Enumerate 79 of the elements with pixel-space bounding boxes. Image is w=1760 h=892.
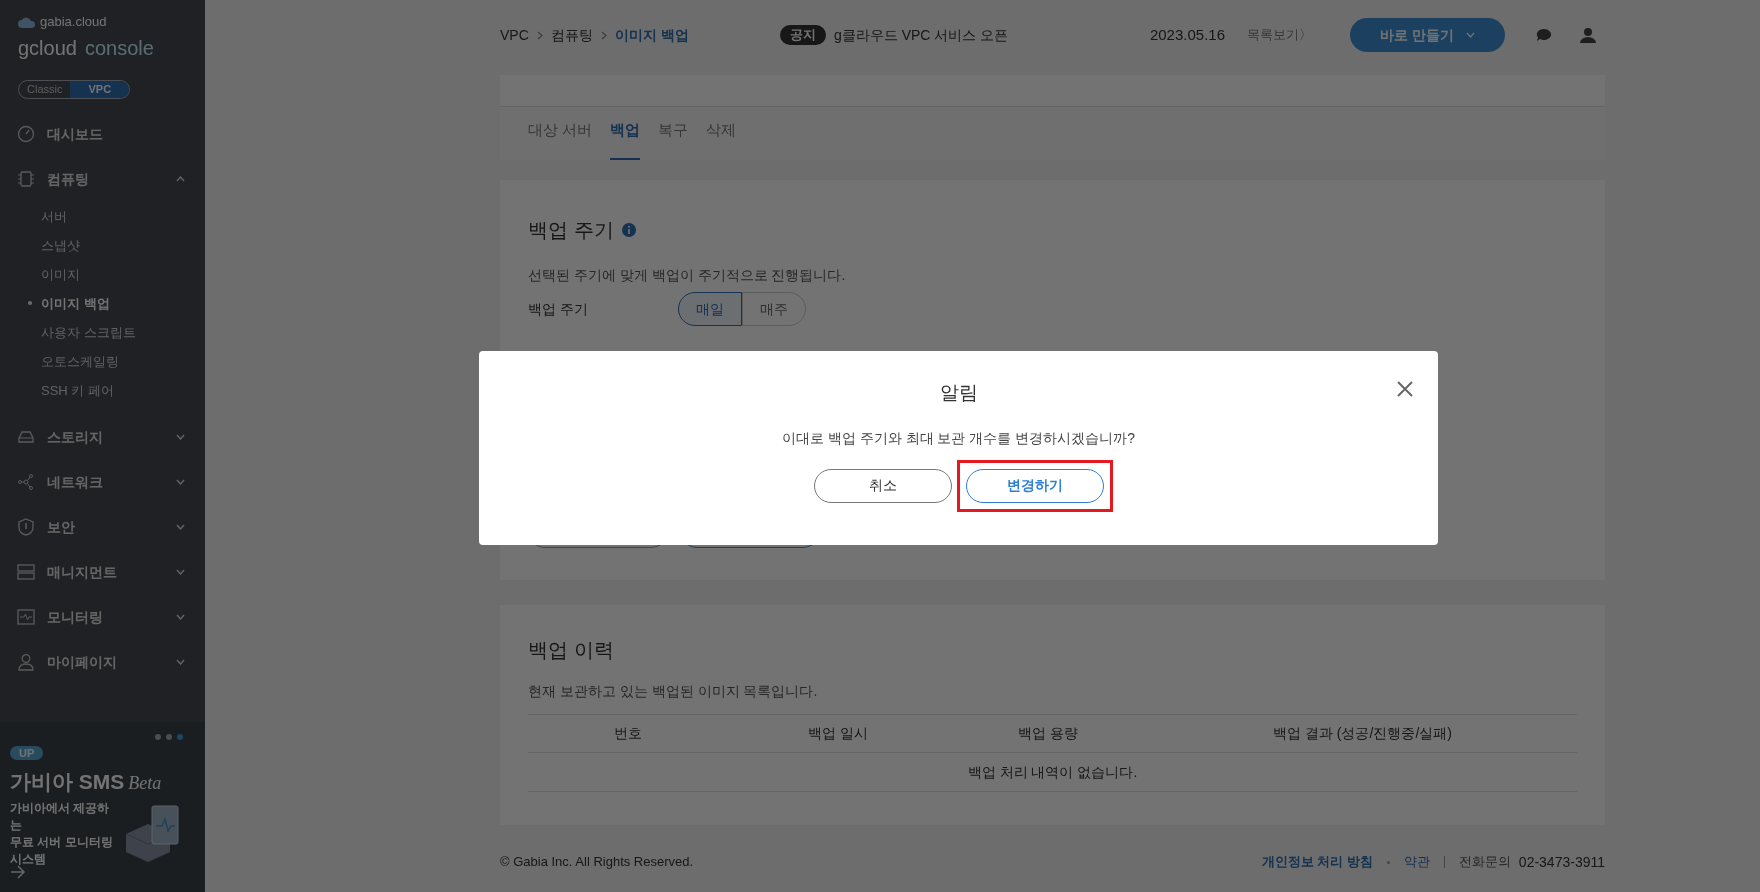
arrow-right-icon[interactable] <box>10 865 26 879</box>
info-icon[interactable] <box>621 223 636 237</box>
close-icon <box>1395 379 1415 399</box>
chevron-down-icon[interactable] <box>176 479 185 486</box>
chevron-up-icon[interactable] <box>176 176 185 183</box>
column-header: 백업 결과 (성공/진행중/실패) <box>1272 724 1453 743</box>
notice-badge: 공지 <box>780 25 826 45</box>
column-header: 백업 일시 <box>807 724 869 743</box>
field-label: 백업 주기 <box>528 299 589 319</box>
chevron-down-icon[interactable] <box>176 659 185 666</box>
dialog-title: 알림 <box>939 381 978 405</box>
menu-item[interactable]: 마이페이지 <box>47 651 164 673</box>
chevron-down-icon[interactable] <box>176 569 185 576</box>
menu-item[interactable]: 대시보드 <box>47 123 185 145</box>
menu-item[interactable]: 보안 <box>47 516 164 538</box>
tab[interactable]: 대상 서버 <box>528 119 593 160</box>
section-title: 백업 이력 <box>528 638 615 663</box>
column-header: 번호 <box>613 724 643 743</box>
submenu-item[interactable]: 스냅샷 <box>41 235 80 255</box>
promo-title: 가비아 SMS <box>10 769 125 795</box>
chevron-right-icon <box>536 30 543 40</box>
section-description: 현재 보관하고 있는 백업된 이미지 목록입니다. <box>528 682 819 701</box>
empty-message: 백업 처리 내역이 없습니다. <box>528 753 1577 792</box>
promo-badge: UP <box>10 746 44 760</box>
notice-date: 2023.05.16 <box>1149 24 1225 45</box>
breadcrumb-item[interactable]: 컴퓨팅 <box>550 24 593 46</box>
dialog-button[interactable]: 변경하기 <box>965 468 1104 503</box>
dialog-message: 이대로 백업 주기와 최대 보관 개수를 변경하시겠습니까? <box>781 428 1136 448</box>
server-icon <box>17 563 35 582</box>
submenu-item[interactable]: 오토스케일링 <box>41 351 119 371</box>
menu-item[interactable]: 네트워크 <box>47 471 164 493</box>
promo-text: 가비아에서 제공하는 무료 서버 모니터링 시스템 <box>10 799 114 868</box>
close-button[interactable] <box>1395 379 1415 399</box>
notice-list-link[interactable]: 목록보기〉 <box>1247 25 1312 45</box>
chevron-right-icon <box>600 30 607 40</box>
chevron-down-icon <box>1465 32 1475 38</box>
cloud-icon <box>18 15 36 28</box>
tab[interactable]: 복구 <box>658 119 689 160</box>
section-description: 선택된 주기에 맞게 백업이 주기적으로 진행됩니다. <box>528 266 847 285</box>
monitor-icon <box>17 608 35 627</box>
submenu-item[interactable]: 이미지 백업 <box>41 293 110 313</box>
tab[interactable]: 삭제 <box>706 119 737 160</box>
footer-link[interactable]: 개인정보 처리 방침 <box>1261 852 1373 872</box>
submenu-item[interactable]: 서버 <box>41 206 67 226</box>
chevron-down-icon[interactable] <box>176 614 185 621</box>
shield-icon <box>17 518 35 537</box>
copyright: © Gabia Inc. All Rights Reserved. <box>500 853 694 872</box>
product-title: gcloud console <box>18 35 155 61</box>
mode-tab[interactable]: VPC <box>70 80 130 98</box>
breadcrumb-item[interactable]: VPC <box>500 24 529 46</box>
chevron-down-icon[interactable] <box>176 524 185 531</box>
submenu-item[interactable]: 사용자 스크립트 <box>41 322 136 342</box>
contact-label: 전화문의 <box>1458 853 1511 872</box>
phone-number: 02-3473-3911 <box>1518 852 1605 872</box>
promo-tag: Beta <box>128 770 162 797</box>
bullet-icon <box>28 301 32 306</box>
divider <box>1443 856 1445 868</box>
menu-item[interactable]: 매니지먼트 <box>47 561 164 583</box>
menu-item[interactable]: 모니터링 <box>47 606 164 628</box>
brand-text: gabia.cloud <box>40 13 107 31</box>
section-title: 백업 주기 <box>528 218 614 243</box>
menu-item[interactable]: 스토리지 <box>47 426 164 448</box>
footer-link[interactable]: 약관 <box>1403 852 1430 872</box>
network-icon <box>17 473 35 492</box>
chevron-down-icon[interactable] <box>176 434 185 441</box>
chip-icon <box>17 170 35 189</box>
notice-title[interactable]: g클라우드 VPC 서비스 오픈 <box>834 24 1009 46</box>
dialog-button[interactable]: 취소 <box>813 468 952 503</box>
breadcrumb-item: 이미지 백업 <box>614 25 689 45</box>
create-button[interactable]: 바로 만들기 <box>1350 18 1505 52</box>
user-icon <box>1580 27 1596 43</box>
option-button[interactable]: 매일 <box>678 292 742 326</box>
chat-icon <box>1536 28 1552 42</box>
user-icon <box>17 653 35 672</box>
menu-item[interactable]: 컴퓨팅 <box>47 168 164 190</box>
gauge-icon <box>17 125 35 144</box>
submenu-item[interactable]: 이미지 <box>41 264 80 284</box>
column-header: 백업 용량 <box>1017 724 1079 743</box>
tab[interactable]: 백업 <box>610 119 641 160</box>
